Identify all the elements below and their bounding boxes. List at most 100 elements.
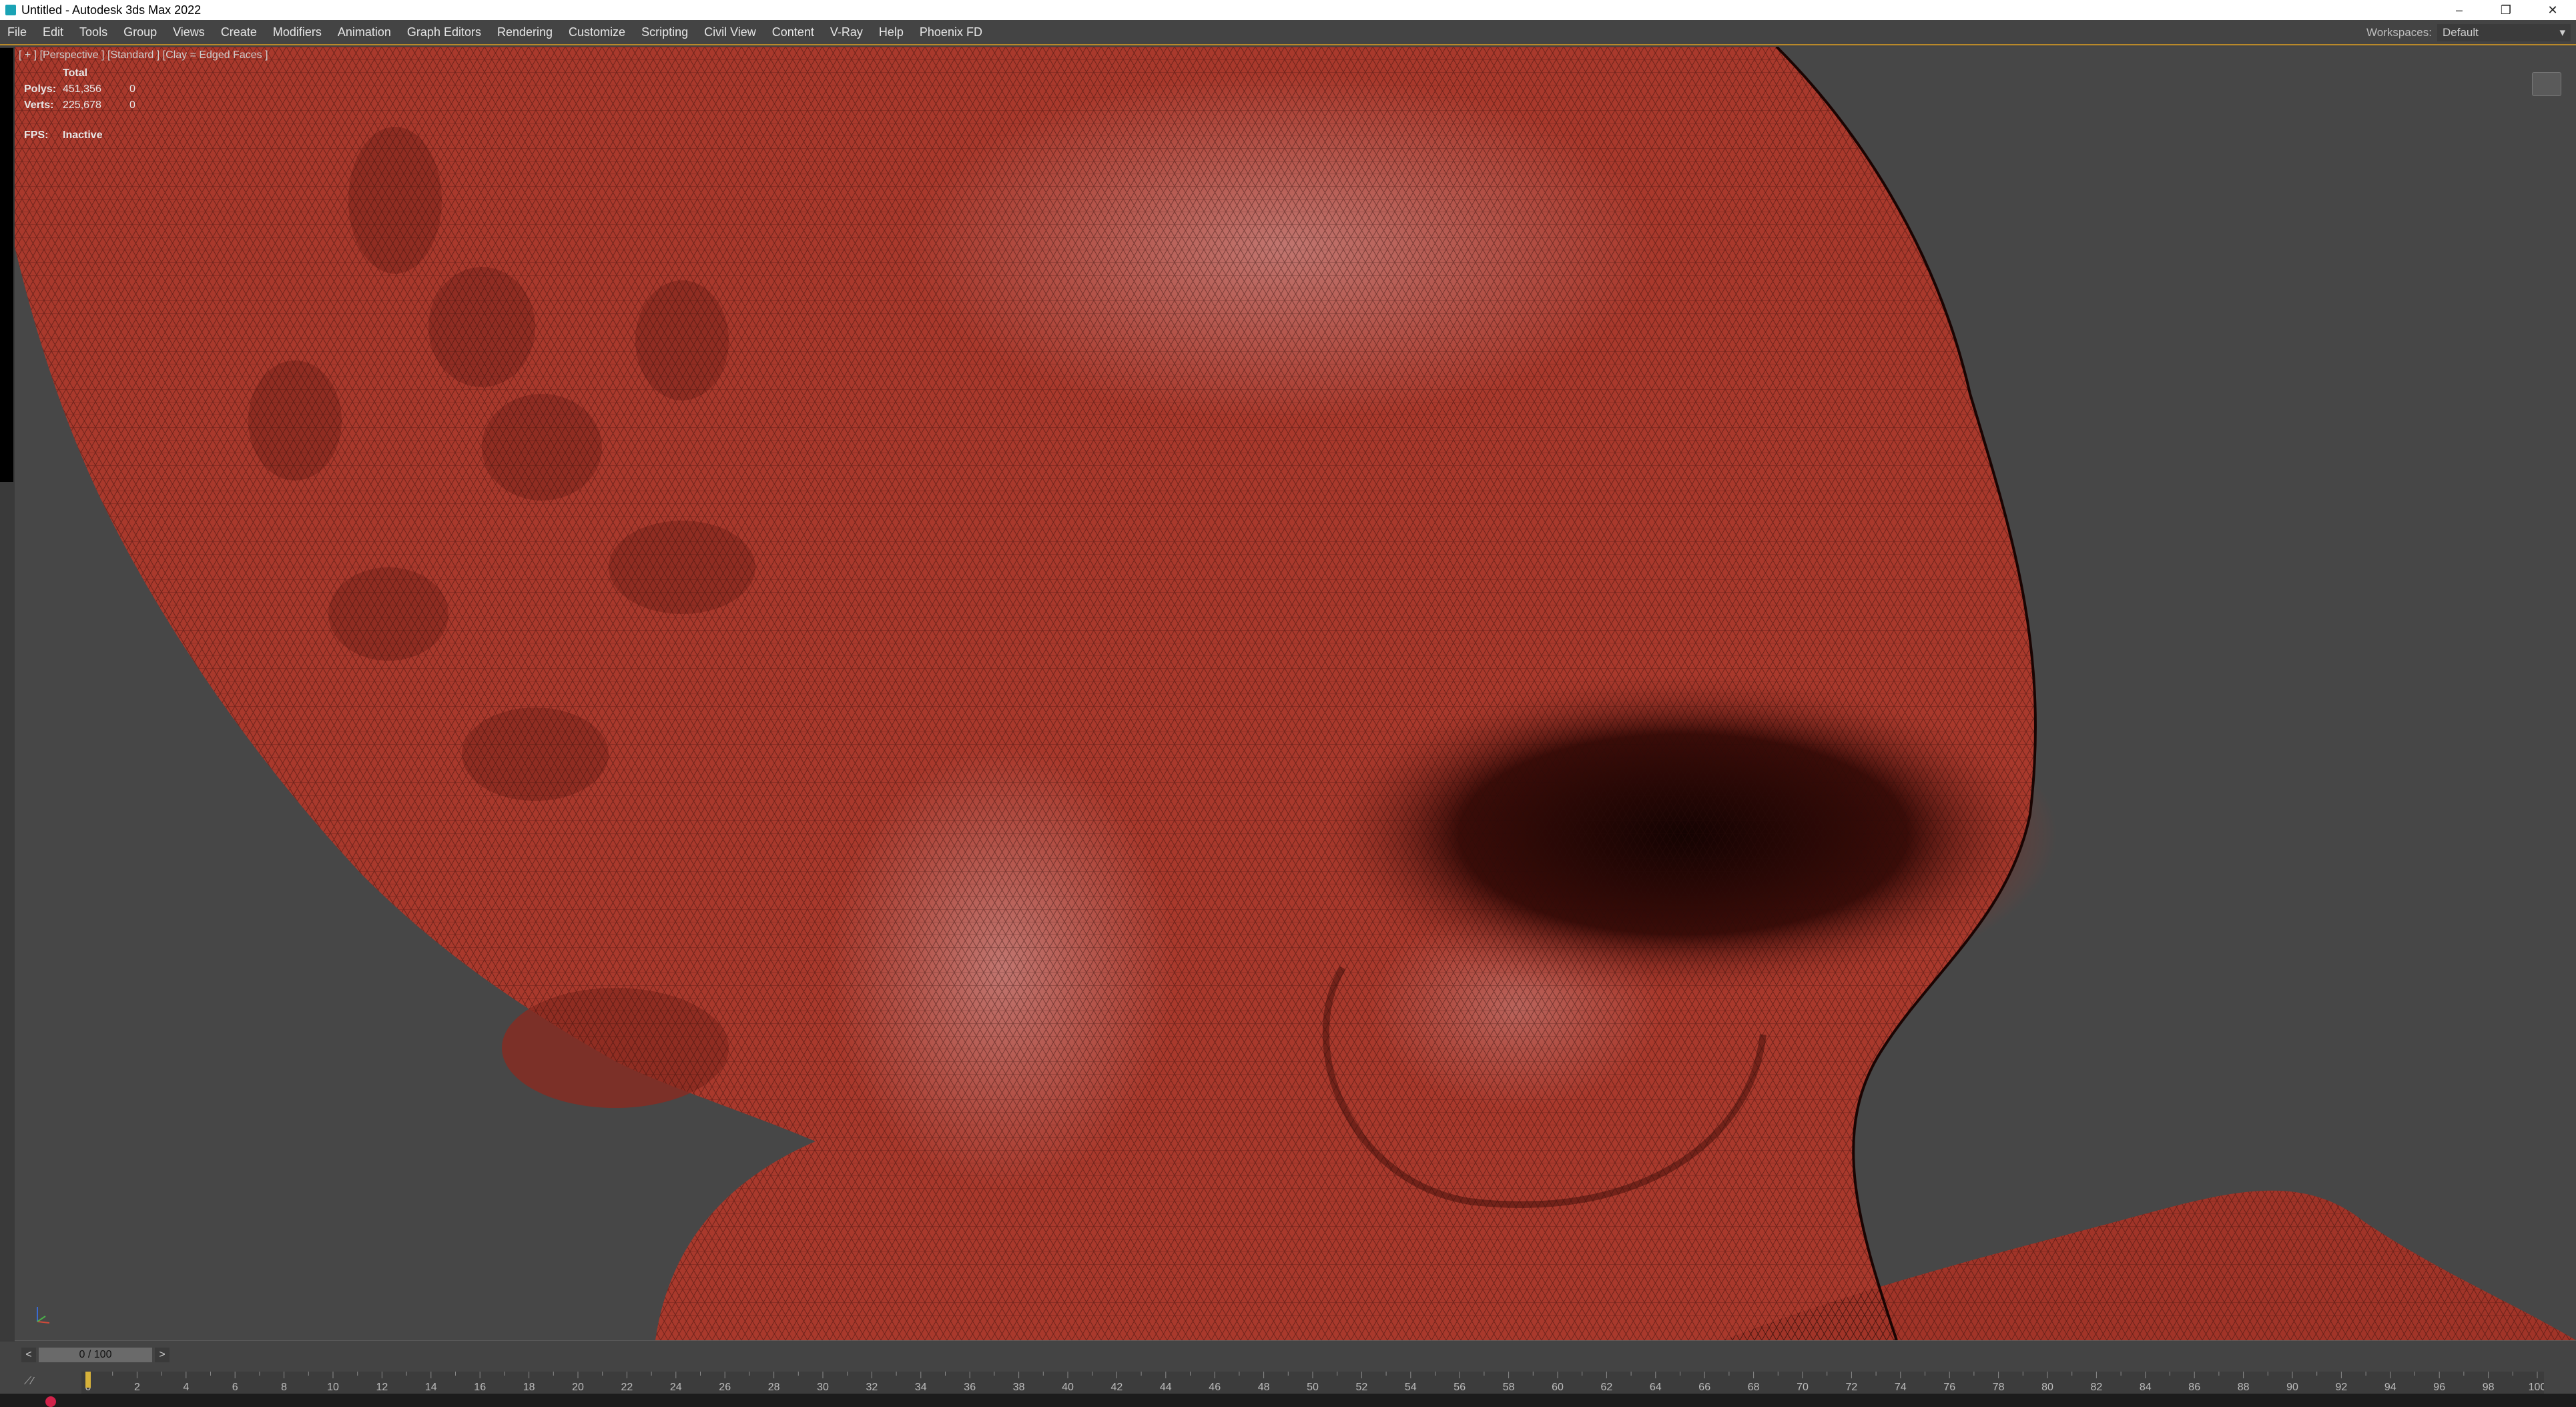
- timeline-tick-label: 38: [1013, 1382, 1025, 1393]
- timeline-tick-label: 32: [866, 1382, 878, 1393]
- menu-animation[interactable]: Animation: [330, 25, 400, 39]
- timeline-tick-label: 4: [183, 1382, 189, 1393]
- timeline-tick-label: 44: [1160, 1382, 1172, 1393]
- timeline-tick-label: 98: [2483, 1382, 2495, 1393]
- timeline-tick-label: 78: [1993, 1382, 2005, 1393]
- timeline-tick-label: 50: [1307, 1382, 1319, 1393]
- menu-group[interactable]: Group: [116, 25, 166, 39]
- menu-modifiers[interactable]: Modifiers: [266, 25, 330, 39]
- curve-editor-toggle-icon[interactable]: ⟋∕: [24, 1376, 33, 1388]
- timeline-tick-label: 26: [719, 1382, 731, 1393]
- timeline-tick-label: 22: [621, 1382, 633, 1393]
- timeline-tick-label: 70: [1797, 1382, 1809, 1393]
- timeline-tick-label: 12: [376, 1382, 388, 1393]
- os-taskbar: [0, 1394, 2576, 1407]
- timeline-tick-label: 20: [572, 1382, 584, 1393]
- workspace-dropdown[interactable]: Default ▾: [2437, 24, 2571, 41]
- stats-polys-label: Polys:: [24, 83, 57, 95]
- timeline-tick-label: 84: [2140, 1382, 2152, 1393]
- timeline-tick-label: 46: [1209, 1382, 1221, 1393]
- timeline-tick-label: 10: [327, 1382, 339, 1393]
- menu-content[interactable]: Content: [765, 25, 823, 39]
- perspective-viewport[interactable]: [ + ] [Perspective ] [Standard ] [Clay =…: [15, 47, 2576, 1340]
- timeline-tick-label: 60: [1552, 1382, 1564, 1393]
- stats-verts-row: Verts: 225,678 0: [24, 97, 149, 113]
- timeline-track[interactable]: 0246810121416182022242628303234363840424…: [81, 1372, 2544, 1394]
- timeline-tick-label: 56: [1454, 1382, 1466, 1393]
- fps-value: Inactive: [63, 129, 103, 141]
- timeline-tick-label: 74: [1895, 1382, 1907, 1393]
- timeline-tick-label: 48: [1258, 1382, 1270, 1393]
- menu-phoenix-fd[interactable]: Phoenix FD: [912, 25, 991, 39]
- axis-tripod-icon: [37, 1307, 50, 1324]
- timeline-tick-label: 54: [1405, 1382, 1417, 1393]
- menu-graph-editors[interactable]: Graph Editors: [400, 25, 490, 39]
- menu-create[interactable]: Create: [214, 25, 266, 39]
- workspace-value: Default: [2443, 26, 2479, 39]
- left-panel-edge: [0, 48, 13, 482]
- timeline-tick-label: 30: [817, 1382, 829, 1393]
- timeline-tick-label: 14: [425, 1382, 437, 1393]
- timeline-tick-label: 36: [964, 1382, 976, 1393]
- menu-scripting[interactable]: Scripting: [634, 25, 697, 39]
- timeline-tick-label: 100: [2529, 1382, 2544, 1393]
- fps-readout: FPS: Inactive: [24, 129, 103, 142]
- current-frame-marker[interactable]: [85, 1372, 91, 1388]
- stats-header: Total: [63, 67, 88, 79]
- window-controls: – ❐ ✕: [2436, 0, 2576, 20]
- timeline-tick-label: 80: [2041, 1382, 2053, 1393]
- timeline-tick-label: 76: [1943, 1382, 1955, 1393]
- timeline-tick-label: 68: [1748, 1382, 1760, 1393]
- prev-frame-button[interactable]: <: [21, 1348, 36, 1362]
- taskbar-app-icon[interactable]: [45, 1396, 56, 1407]
- timeline-tick-label: 16: [474, 1382, 486, 1393]
- chevron-down-icon: ▾: [2559, 26, 2565, 39]
- window-title: Untitled - Autodesk 3ds Max 2022: [21, 3, 202, 17]
- timeline-tick-label: 28: [768, 1382, 780, 1393]
- timeline-tick-label: 8: [281, 1382, 287, 1393]
- timeline-tick-label: 40: [1062, 1382, 1074, 1393]
- timeline-tick-label: 62: [1601, 1382, 1613, 1393]
- timeline-tick-label: 24: [670, 1382, 682, 1393]
- menu-rendering[interactable]: Rendering: [490, 25, 561, 39]
- timeline-tick-label: 64: [1650, 1382, 1662, 1393]
- fps-label: FPS:: [24, 129, 49, 141]
- stats-polys-selected: 0: [129, 83, 135, 95]
- stats-polys-row: Polys: 451,356 0: [24, 81, 149, 97]
- 3dsmax-app-icon[interactable]: [5, 5, 16, 15]
- viewcube-icon[interactable]: [2532, 72, 2561, 96]
- stats-verts-value: 225,678: [63, 99, 101, 111]
- timeline-tick-label: 66: [1698, 1382, 1710, 1393]
- timeline-tick-label: 92: [2336, 1382, 2348, 1393]
- next-frame-button[interactable]: >: [155, 1348, 170, 1362]
- sculpt-mesh-render: [15, 47, 2576, 1340]
- timeline-tick-label: 88: [2238, 1382, 2250, 1393]
- timeline-tick-label: 2: [134, 1382, 140, 1393]
- minimize-button[interactable]: –: [2436, 0, 2483, 20]
- restore-button[interactable]: ❐: [2483, 0, 2529, 20]
- timeline-tick-label: 34: [915, 1382, 927, 1393]
- menu-file[interactable]: File: [0, 25, 35, 39]
- timeline-tick-label: 90: [2286, 1382, 2298, 1393]
- workspaces-label: Workspaces:: [2366, 26, 2432, 39]
- timeline-tick-label: 96: [2433, 1382, 2445, 1393]
- stats-polys-value: 451,356: [63, 83, 101, 95]
- viewport-label-menu[interactable]: [ + ] [Perspective ] [Standard ] [Clay =…: [19, 49, 268, 61]
- close-button[interactable]: ✕: [2529, 0, 2576, 20]
- scene-statistics: Total Polys: 451,356 0 Verts: 225,678 0: [24, 65, 149, 113]
- menu-vray[interactable]: V-Ray: [823, 25, 872, 39]
- menu-bar: File Edit Tools Group Views Create Modif…: [0, 20, 2576, 45]
- timeline-tick-label: 82: [2091, 1382, 2103, 1393]
- menu-customize[interactable]: Customize: [561, 25, 634, 39]
- stats-verts-label: Verts:: [24, 99, 54, 111]
- menu-views[interactable]: Views: [166, 25, 214, 39]
- time-slider[interactable]: < 0 / 100 >: [21, 1346, 182, 1364]
- menu-help[interactable]: Help: [872, 25, 912, 39]
- menu-edit[interactable]: Edit: [35, 25, 72, 39]
- menu-civil-view[interactable]: Civil View: [697, 25, 765, 39]
- workspaces-control: Workspaces: Default ▾: [2366, 20, 2576, 45]
- timeline-tick-label: 94: [2384, 1382, 2396, 1393]
- frame-display[interactable]: 0 / 100: [39, 1348, 152, 1362]
- menu-tools[interactable]: Tools: [72, 25, 116, 39]
- timeline-tick-label: 58: [1503, 1382, 1515, 1393]
